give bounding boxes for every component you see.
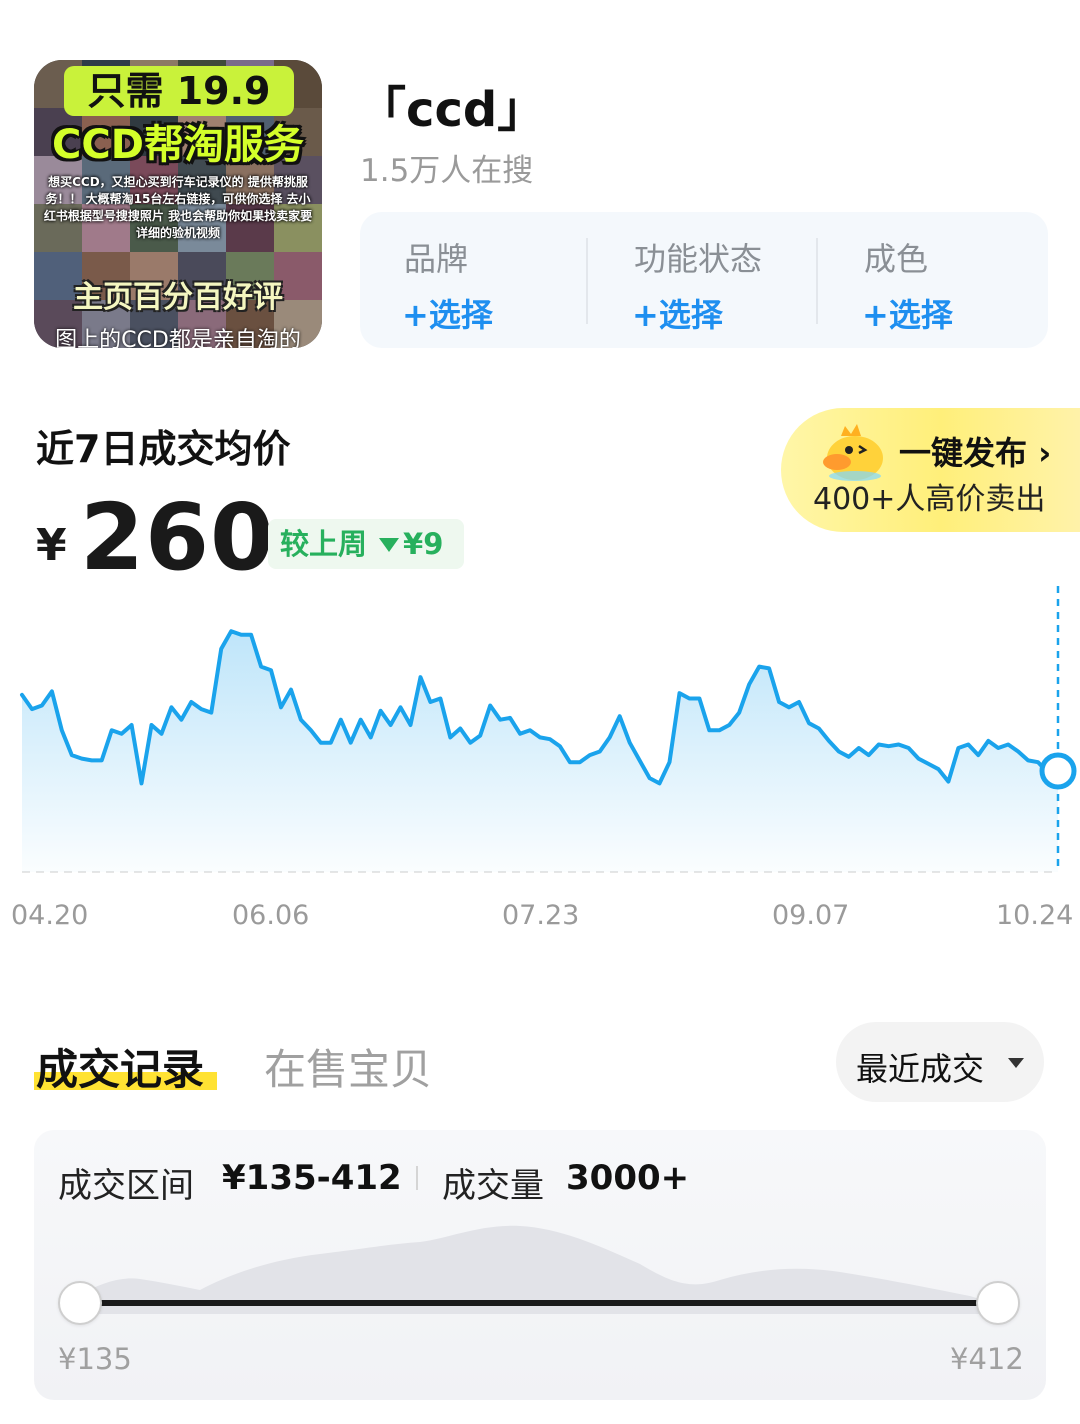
tab-items-on-sale[interactable]: 在售宝贝 — [264, 1036, 432, 1097]
sort-label: 最近成交 — [856, 1050, 985, 1088]
slider-max-handle[interactable] — [976, 1281, 1020, 1325]
product-title: 「ccd」 — [358, 82, 546, 138]
filter-brand-label: 品牌 — [404, 240, 469, 278]
range-label: 成交区间 — [58, 1166, 194, 1206]
x-tick-label: 10.24 — [996, 900, 1074, 931]
caret-down-icon — [1008, 1058, 1024, 1068]
range-max-label: ¥412 — [950, 1342, 1024, 1376]
one-click-publish-banner[interactable]: 一键发布 › 400+人高价卖出 — [781, 408, 1080, 532]
x-tick-label: 04.20 — [11, 900, 89, 931]
currency-symbol: ¥ — [36, 520, 67, 571]
thumbnail-footer-text: 图上的CCD都是亲自淘的 — [55, 328, 301, 348]
price-trend-chart — [20, 586, 1077, 873]
publish-title: 一键发布 › — [899, 434, 1052, 472]
filter-function-select[interactable]: +选择 — [632, 290, 723, 336]
filter-card: 品牌 +选择 功能状态 +选择 成色 +选择 — [360, 212, 1048, 348]
price-change-value: ¥9 — [403, 527, 444, 561]
filter-brand-select[interactable]: +选择 — [402, 290, 493, 336]
price-range-card: 成交区间 ¥135-412 成交量 3000+ ¥135 ¥412 — [34, 1130, 1046, 1400]
down-triangle-icon — [379, 538, 400, 552]
duck-mascot-icon — [823, 424, 883, 481]
chart-current-point[interactable] — [1039, 752, 1077, 790]
filter-divider — [586, 238, 588, 324]
product-thumbnail[interactable]: 只需 19.9 CCD帮淘服务 想买CCD，又担心买到行车记录仪的 提供帮挑服务… — [34, 60, 322, 348]
filter-condition-label: 成色 — [864, 240, 929, 278]
thumbnail-description: 想买CCD，又担心买到行车记录仪的 提供帮挑服务！！ 大概帮淘15台左右链接，可… — [43, 175, 313, 240]
avg-price-title: 近7日成交均价 — [36, 427, 291, 471]
filter-brand[interactable]: 品牌 +选择 — [360, 212, 589, 348]
thumbnail-price-text: 只需 19.9 — [64, 66, 294, 116]
range-divider — [416, 1166, 418, 1190]
volume-label: 成交量 — [442, 1166, 544, 1206]
price-change-badge: 较上周 ¥9 — [268, 519, 464, 569]
filter-function-label: 功能状态 — [634, 240, 763, 278]
thumbnail-rating-text: 主页百分百好评 — [73, 280, 283, 315]
filter-condition-select[interactable]: +选择 — [862, 290, 953, 336]
avg-price-value: 260 — [80, 484, 276, 591]
volume-value: 3000+ — [566, 1158, 690, 1198]
price-range-slider-track[interactable] — [80, 1300, 1000, 1306]
search-count: 1.5万人在搜 — [360, 153, 534, 189]
range-value: ¥135-412 — [222, 1158, 402, 1198]
x-tick-label: 07.23 — [502, 900, 580, 931]
range-min-label: ¥135 — [58, 1342, 132, 1376]
thumbnail-headline: CCD帮淘服务 — [52, 122, 304, 168]
slider-min-handle[interactable] — [58, 1281, 102, 1325]
sort-dropdown[interactable]: 最近成交 — [836, 1022, 1044, 1102]
x-tick-label: 06.06 — [232, 900, 310, 931]
price-change-label: 较上周 — [280, 527, 368, 561]
filter-condition[interactable]: 成色 +选择 — [820, 212, 1049, 348]
chart-area-fill — [22, 631, 1058, 872]
x-tick-label: 09.07 — [772, 900, 850, 931]
tab-transaction-records[interactable]: 成交记录 — [36, 1036, 204, 1097]
publish-subtitle: 400+人高价卖出 — [813, 482, 1046, 517]
filter-function-status[interactable]: 功能状态 +选择 — [590, 212, 819, 348]
filter-divider — [816, 238, 818, 324]
